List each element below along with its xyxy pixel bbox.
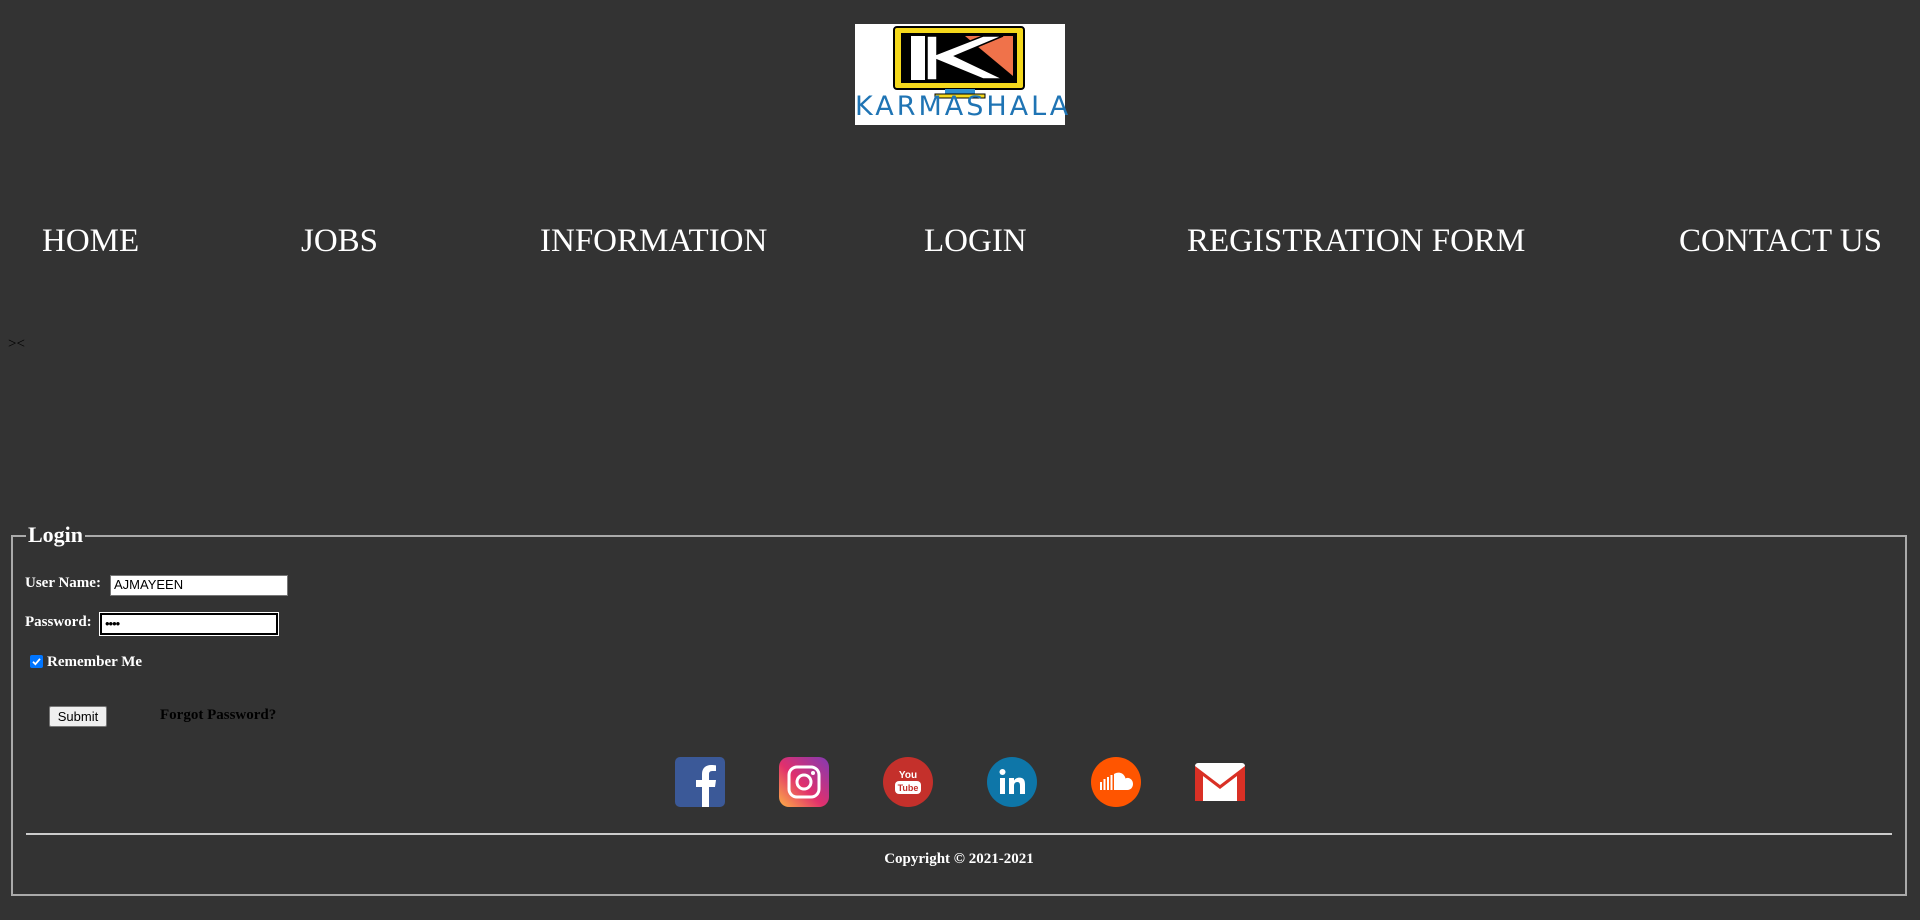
youtube-icon[interactable]: You Tube	[883, 757, 933, 807]
nav-item-login[interactable]: LOGIN	[924, 218, 1027, 264]
nav-item-contact-us[interactable]: CONTACT US	[1679, 218, 1882, 264]
remember-me-label: Remember Me	[47, 654, 143, 670]
page: KARMASHALA HOME JOBS INFORMATION LOGIN R…	[0, 0, 1920, 920]
svg-text:You: You	[899, 770, 917, 781]
checkmark-icon	[32, 658, 41, 666]
nav-item-registration-form[interactable]: REGISTRATION FORM	[1187, 218, 1525, 264]
username-label: User Name:	[25, 575, 101, 591]
login-fieldset: Login User Name: AJMAYEEN Password: ••••…	[11, 522, 1907, 896]
password-input[interactable]: ••••	[99, 612, 279, 636]
main-nav: HOME JOBS INFORMATION LOGIN REGISTRATION…	[0, 218, 1920, 268]
login-legend: Login	[26, 522, 86, 548]
logo-wordmark: KARMASHALA	[855, 91, 1072, 122]
soundcloud-icon[interactable]	[1091, 757, 1141, 807]
gmail-icon[interactable]	[1195, 757, 1245, 807]
copyright-text: Copyright © 2021-2021	[884, 851, 1034, 867]
linkedin-icon[interactable]	[987, 757, 1037, 807]
submit-button[interactable]: Submit	[49, 706, 107, 727]
footer-divider	[26, 833, 1892, 835]
forgot-password-link[interactable]: Forgot Password?	[160, 707, 276, 724]
stray-text: ><	[8, 336, 25, 352]
remember-me-checkbox[interactable]	[30, 655, 43, 668]
password-label: Password:	[25, 614, 92, 630]
facebook-icon[interactable]	[675, 757, 725, 807]
karmashala-logo[interactable]: KARMASHALA	[855, 24, 1072, 125]
instagram-icon[interactable]	[779, 757, 829, 807]
nav-item-jobs[interactable]: JOBS	[301, 218, 378, 264]
nav-item-information[interactable]: INFORMATION	[540, 218, 767, 264]
svg-text:Tube: Tube	[898, 783, 919, 793]
username-input[interactable]: AJMAYEEN	[110, 575, 288, 596]
nav-item-home[interactable]: HOME	[42, 218, 139, 264]
